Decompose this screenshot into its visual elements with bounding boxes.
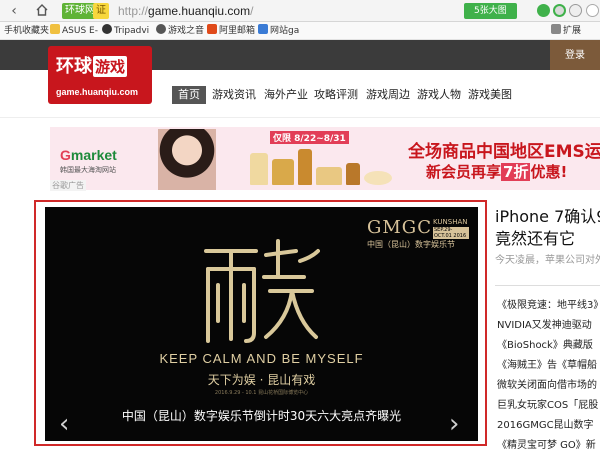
ad-line1-c: 地区EMS运费 <box>510 142 600 162</box>
news-item[interactable]: NVIDIA又发神迪驱动 <box>497 319 592 333</box>
nav-game-merch[interactable]: 游戏周边 <box>366 86 410 104</box>
ad-banner[interactable]: Gmarket 韩国最大海淘网站 仅限 8/22~8/31 全场商品中国地区EM… <box>50 127 600 190</box>
bookmark-item[interactable]: 网站ga <box>258 22 299 40</box>
gmgc-city: KUNSHAN <box>433 218 468 226</box>
bookmark-item[interactable]: 手机收藏夹 <box>4 22 49 40</box>
nav-home[interactable]: 首页 <box>172 86 206 104</box>
news-item[interactable]: 微软关闭面向借市场的 <box>497 379 597 393</box>
bookmark-label: Tripadvi <box>114 26 150 36</box>
gmgc-logo: GMGC KUNSHAN SEP.29-OCT.01 2016 中国（昆山）数字… <box>367 217 469 251</box>
ad-line2-b: 优惠! <box>530 163 568 181</box>
news-item[interactable]: 2016GMGC昆山数字 <box>497 419 594 433</box>
lightning-icon[interactable] <box>537 4 550 17</box>
logo-url: game.huanqiu.com <box>56 87 139 97</box>
back-button[interactable]: ‹ <box>6 3 22 19</box>
home-button[interactable] <box>34 3 50 19</box>
ad-line2-a: 新会员再享 <box>426 163 502 181</box>
news-item[interactable]: 《BioShock》典藏版 <box>497 339 593 353</box>
side-headline[interactable]: iPhone 7确认9 竟然还有它 <box>495 206 600 250</box>
news-item[interactable]: 《精灵宝可梦 GO》新 <box>497 439 596 450</box>
folder-icon <box>50 24 60 34</box>
nav-game-news[interactable]: 游戏资讯 <box>212 86 256 104</box>
extensions-button[interactable]: 扩展 <box>551 22 581 40</box>
cloud-icon[interactable] <box>569 4 582 17</box>
globe-icon <box>258 24 268 34</box>
tripadvisor-icon <box>102 24 112 34</box>
ad-line2-highlight: 7折 <box>501 163 531 181</box>
ad-headline-2: 新会员再享 7折 优惠! <box>426 161 567 182</box>
logo-main-text: 环球 <box>56 56 92 77</box>
url-suffix: / <box>250 4 254 18</box>
refresh-icon[interactable] <box>553 4 566 17</box>
ad-line1-b: 中国 <box>476 142 510 162</box>
bookmark-label: 游戏之音 <box>168 26 205 36</box>
news-item[interactable]: 巨乳女玩家COS「屁股 <box>497 399 598 413</box>
bookmark-item[interactable]: ASUS E- <box>50 22 98 40</box>
home-icon <box>36 4 48 16</box>
ad-label: 谷歌广告 <box>50 180 86 191</box>
featured-slider[interactable]: GMGC KUNSHAN SEP.29-OCT.01 2016 中国（昆山）数字… <box>45 207 478 441</box>
extensions-label: 扩展 <box>563 26 582 36</box>
gmgc-chinese-name: 中国（昆山）数字娱乐节 <box>367 240 455 249</box>
ad-headline-1: 全场商品中国地区EMS运费5折 <box>408 137 600 162</box>
bookmark-item[interactable]: Tripadvi <box>102 22 149 40</box>
calligraphy-art <box>204 239 320 343</box>
menu-icon[interactable] <box>586 4 599 17</box>
mail-icon <box>207 24 217 34</box>
ad-products-image <box>250 145 395 185</box>
side-description: 今天凌晨，苹果公司对外 <box>495 255 600 266</box>
ad-brand-logo: Gmarket <box>60 147 117 163</box>
news-item[interactable]: 《极限竞速：地平线3》 <box>497 299 600 313</box>
slider-dots <box>45 434 478 441</box>
site-logo[interactable]: 环球 游戏 game.huanqiu.com <box>48 46 152 104</box>
grid-icon <box>551 24 561 34</box>
game-icon <box>156 24 166 34</box>
news-item[interactable]: 《海贼王》告《草帽船 <box>497 359 597 373</box>
gmgc-logo-text: GMGC <box>367 217 432 238</box>
url-field[interactable]: http://game.huanqiu.com/ <box>118 3 253 19</box>
side-divider <box>495 285 600 286</box>
slider-slogan-small: 2016.9.29 - 10.1 昆山花桥国际博览中心 <box>214 390 309 396</box>
bookmark-label: 阿里邮箱 <box>219 26 256 36</box>
nav-game-art[interactable]: 游戏美图 <box>468 86 512 104</box>
slider-slogan: KEEP CALM AND BE MYSELF <box>159 351 364 366</box>
bookmark-item[interactable]: 游戏之音 <box>156 22 204 40</box>
ad-model-image <box>158 129 216 190</box>
bookmarks-bar: 手机收藏夹 ASUS E- Tripadvi 游戏之音 阿里邮箱 网站ga 扩展 <box>0 22 600 40</box>
logo-text: 环球 游戏 <box>56 52 128 78</box>
slider-caption[interactable]: 中国（昆山）数字娱乐节倒计时30天六大亮点齐曝光 <box>45 407 478 424</box>
nav-game-people[interactable]: 游戏人物 <box>417 86 461 104</box>
ad-brand-prefix: G <box>60 147 71 163</box>
ad-line1-a: 全场商品 <box>408 142 476 162</box>
bookmark-label: ASUS E- <box>62 26 98 36</box>
address-bar: ‹ 环球网 证 http://game.huanqiu.com/ 5张大图 <box>0 0 600 22</box>
nav-overseas-industry[interactable]: 海外产业 <box>264 86 308 104</box>
bookmark-label: 手机收藏夹 <box>4 26 50 36</box>
login-button[interactable]: 登录 <box>550 40 600 72</box>
ad-period: 仅限 8/22~8/31 <box>270 131 349 144</box>
side-headline-line1: iPhone 7确认9 <box>495 207 600 226</box>
bookmark-item[interactable]: 阿里邮箱 <box>207 22 255 40</box>
side-headline-line2: 竟然还有它 <box>495 229 576 248</box>
certificate-badge[interactable]: 证 <box>93 3 109 19</box>
nav-guides-reviews[interactable]: 攻略评测 <box>314 86 358 104</box>
url-prefix: http:// <box>118 4 149 18</box>
logo-badge: 游戏 <box>93 56 128 77</box>
share-images-button[interactable]: 5张大图 <box>464 3 517 19</box>
slider-slogan-sub: 天下为娱 · 昆山有戏 <box>207 373 316 387</box>
ad-brand-name: market <box>70 147 117 163</box>
url-host: game.huanqiu.com <box>148 4 251 18</box>
bookmark-label: 网站ga <box>270 26 300 36</box>
gmgc-date: SEP.29-OCT.01 2016 <box>433 227 469 239</box>
ad-brand-sub: 韩国最大海淘网站 <box>60 166 116 174</box>
